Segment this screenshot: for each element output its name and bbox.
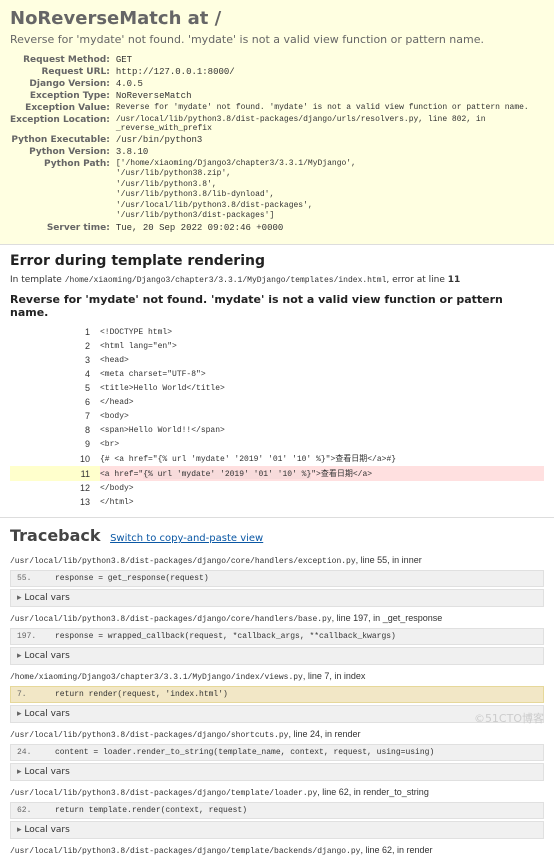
traceback-frame: /usr/local/lib/python3.8/dist-packages/d… bbox=[10, 611, 544, 665]
source-line: 3<head> bbox=[10, 353, 544, 367]
traceback-frame: /usr/local/lib/python3.8/dist-packages/d… bbox=[10, 553, 544, 607]
traceback-frame: /usr/local/lib/python3.8/dist-packages/d… bbox=[10, 843, 544, 858]
source-line: 11 <a href="{% url 'mydate' '2019' '01' … bbox=[10, 466, 544, 481]
traceback-heading: Traceback bbox=[10, 526, 101, 545]
template-heading: Error during template rendering bbox=[10, 253, 544, 269]
local-vars-toggle[interactable]: Local vars bbox=[10, 589, 544, 607]
traceback-panel: Traceback Switch to copy-and-paste view … bbox=[0, 518, 554, 864]
local-vars-toggle[interactable]: Local vars bbox=[10, 763, 544, 781]
source-line: 9 <br> bbox=[10, 437, 544, 451]
python-path-value: ['/home/xiaoming/Django3/chapter3/3.3.1/… bbox=[116, 158, 544, 222]
source-line: 6</head> bbox=[10, 395, 544, 409]
source-line: 4 <meta charset="UTF-8"> bbox=[10, 367, 544, 381]
python-executable-value: /usr/bin/python3 bbox=[116, 134, 544, 146]
request-url-value: http://127.0.0.1:8000/ bbox=[116, 66, 544, 78]
exception-location-value: /usr/local/lib/python3.8/dist-packages/d… bbox=[116, 114, 544, 134]
exception-value-value: Reverse for 'mydate' not found. 'mydate'… bbox=[116, 102, 544, 114]
source-line: 8 <span>Hello World!!</span> bbox=[10, 423, 544, 437]
template-source-table: 1<!DOCTYPE html>2<html lang="en">3<head>… bbox=[10, 325, 544, 509]
source-line: 13</html> bbox=[10, 495, 544, 509]
context-line: 197. response = wrapped_callback(request… bbox=[10, 628, 544, 645]
template-path-line: In template /home/xiaoming/Django3/chapt… bbox=[10, 275, 544, 285]
local-vars-toggle[interactable]: Local vars bbox=[10, 647, 544, 665]
context-line: 55. response = get_response(request) bbox=[10, 570, 544, 587]
template-error-panel: Error during template rendering In templ… bbox=[0, 245, 554, 518]
exception-title: NoReverseMatch at / bbox=[10, 8, 544, 29]
context-line: 7. return render(request, 'index.html') bbox=[10, 686, 544, 703]
summary-panel: NoReverseMatch at / Reverse for 'mydate'… bbox=[0, 0, 554, 245]
switch-view-link[interactable]: Switch to copy-and-paste view bbox=[110, 533, 263, 544]
request-method-value: GET bbox=[116, 54, 544, 66]
source-line: 10 {# <a href="{% url 'mydate' '2019' '0… bbox=[10, 451, 544, 466]
traceback-frame: /usr/local/lib/python3.8/dist-packages/d… bbox=[10, 727, 544, 781]
python-version-value: 3.8.10 bbox=[116, 146, 544, 158]
local-vars-toggle[interactable]: Local vars bbox=[10, 705, 544, 723]
traceback-frame: /usr/local/lib/python3.8/dist-packages/d… bbox=[10, 785, 544, 839]
context-line: 24. content = loader.render_to_string(te… bbox=[10, 744, 544, 761]
template-subheading: Reverse for 'mydate' not found. 'mydate'… bbox=[10, 293, 544, 319]
traceback-frame: /home/xiaoming/Django3/chapter3/3.3.1/My… bbox=[10, 669, 544, 723]
traceback-frames: /usr/local/lib/python3.8/dist-packages/d… bbox=[10, 553, 544, 858]
request-meta-table: Request Method:GET Request URL:http://12… bbox=[10, 54, 544, 234]
source-line: 2<html lang="en"> bbox=[10, 339, 544, 353]
exception-message: Reverse for 'mydate' not found. 'mydate'… bbox=[10, 33, 544, 46]
context-line: 62. return template.render(context, requ… bbox=[10, 802, 544, 819]
source-line: 1<!DOCTYPE html> bbox=[10, 325, 544, 339]
source-line: 7<body> bbox=[10, 409, 544, 423]
source-line: 12</body> bbox=[10, 481, 544, 495]
server-time-value: Tue, 20 Sep 2022 09:02:46 +0000 bbox=[116, 222, 544, 234]
watermark: ©51CTO博客 bbox=[474, 710, 544, 726]
local-vars-toggle[interactable]: Local vars bbox=[10, 821, 544, 839]
django-version-value: 4.0.5 bbox=[116, 78, 544, 90]
source-line: 5 <title>Hello World</title> bbox=[10, 381, 544, 395]
exception-type-value: NoReverseMatch bbox=[116, 90, 544, 102]
